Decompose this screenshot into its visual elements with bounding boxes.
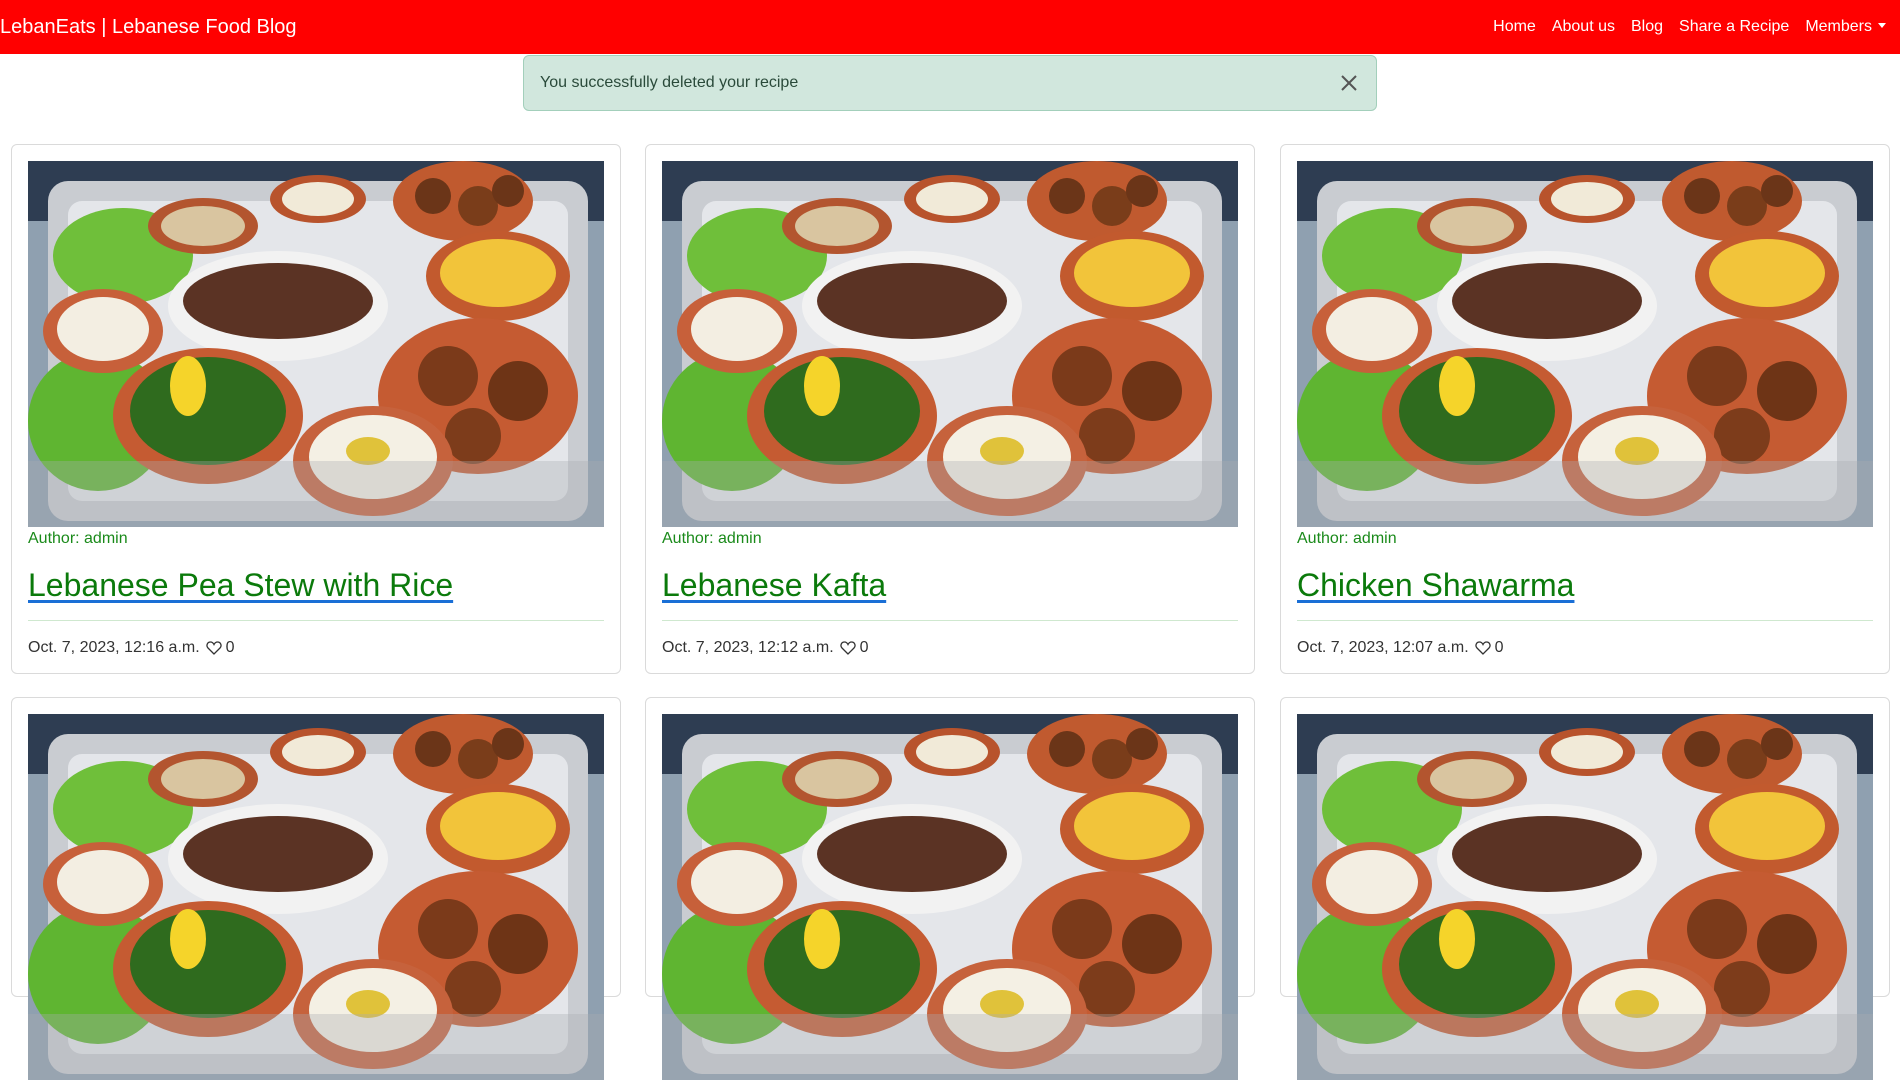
like-count: 0 (859, 639, 869, 656)
recipe-image[interactable] (662, 161, 1238, 527)
like-count: 0 (225, 639, 235, 656)
recipe-card: Author: admin Lebanese Kafta Oct. 7, 202… (645, 144, 1255, 674)
post-author: Author: admin (28, 530, 128, 547)
heart-icon[interactable] (839, 640, 856, 656)
nav-members-dropdown[interactable]: Members (1805, 18, 1886, 36)
recipe-card: Author: admin Chicken Shawarma Oct. 7, 2… (1280, 144, 1890, 674)
divider (28, 620, 604, 621)
navbar: LebanEats | Lebanese Food Blog Home Abou… (0, 0, 1900, 54)
like-count: 0 (1494, 639, 1504, 656)
chevron-down-icon (1878, 23, 1886, 28)
post-meta: Oct. 7, 2023, 12:16 a.m. 0 (28, 639, 235, 657)
brand-link[interactable]: LebanEats | Lebanese Food Blog (0, 16, 297, 39)
heart-icon[interactable] (1474, 640, 1491, 656)
divider (1297, 620, 1873, 621)
nav-about[interactable]: About us (1552, 18, 1615, 36)
divider (662, 620, 1238, 621)
recipe-image[interactable] (28, 161, 604, 527)
close-icon[interactable] (1338, 72, 1360, 94)
post-date: Oct. 7, 2023, 12:16 a.m. (28, 639, 200, 656)
post-title-link[interactable]: Lebanese Pea Stew with Rice (28, 567, 453, 604)
post-title-link[interactable]: Lebanese Kafta (662, 567, 886, 604)
heart-icon[interactable] (205, 640, 222, 656)
alert-message: You successfully deleted your recipe (540, 74, 799, 91)
nav-share-recipe[interactable]: Share a Recipe (1679, 18, 1789, 36)
recipe-image[interactable] (1297, 714, 1873, 1080)
post-author: Author: admin (662, 530, 762, 547)
post-meta: Oct. 7, 2023, 12:12 a.m. 0 (662, 639, 869, 657)
success-alert: You successfully deleted your recipe (523, 55, 1377, 111)
recipe-image[interactable] (28, 714, 604, 1080)
nav-home[interactable]: Home (1493, 18, 1536, 36)
nav-members-label: Members (1805, 18, 1872, 35)
nav-blog[interactable]: Blog (1631, 18, 1663, 36)
nav-links: Home About us Blog Share a Recipe Member… (1477, 0, 1900, 54)
post-date: Oct. 7, 2023, 12:12 a.m. (662, 639, 834, 656)
post-date: Oct. 7, 2023, 12:07 a.m. (1297, 639, 1469, 656)
recipe-card (1280, 697, 1890, 1080)
post-title-link[interactable]: Chicken Shawarma (1297, 567, 1574, 604)
recipe-image[interactable] (1297, 161, 1873, 527)
post-meta: Oct. 7, 2023, 12:07 a.m. 0 (1297, 639, 1504, 657)
recipe-card (11, 697, 621, 1080)
recipe-card: Author: admin Lebanese Pea Stew with Ric… (11, 144, 621, 674)
recipe-card (645, 697, 1255, 1080)
recipe-image[interactable] (662, 714, 1238, 1080)
post-author: Author: admin (1297, 530, 1397, 547)
